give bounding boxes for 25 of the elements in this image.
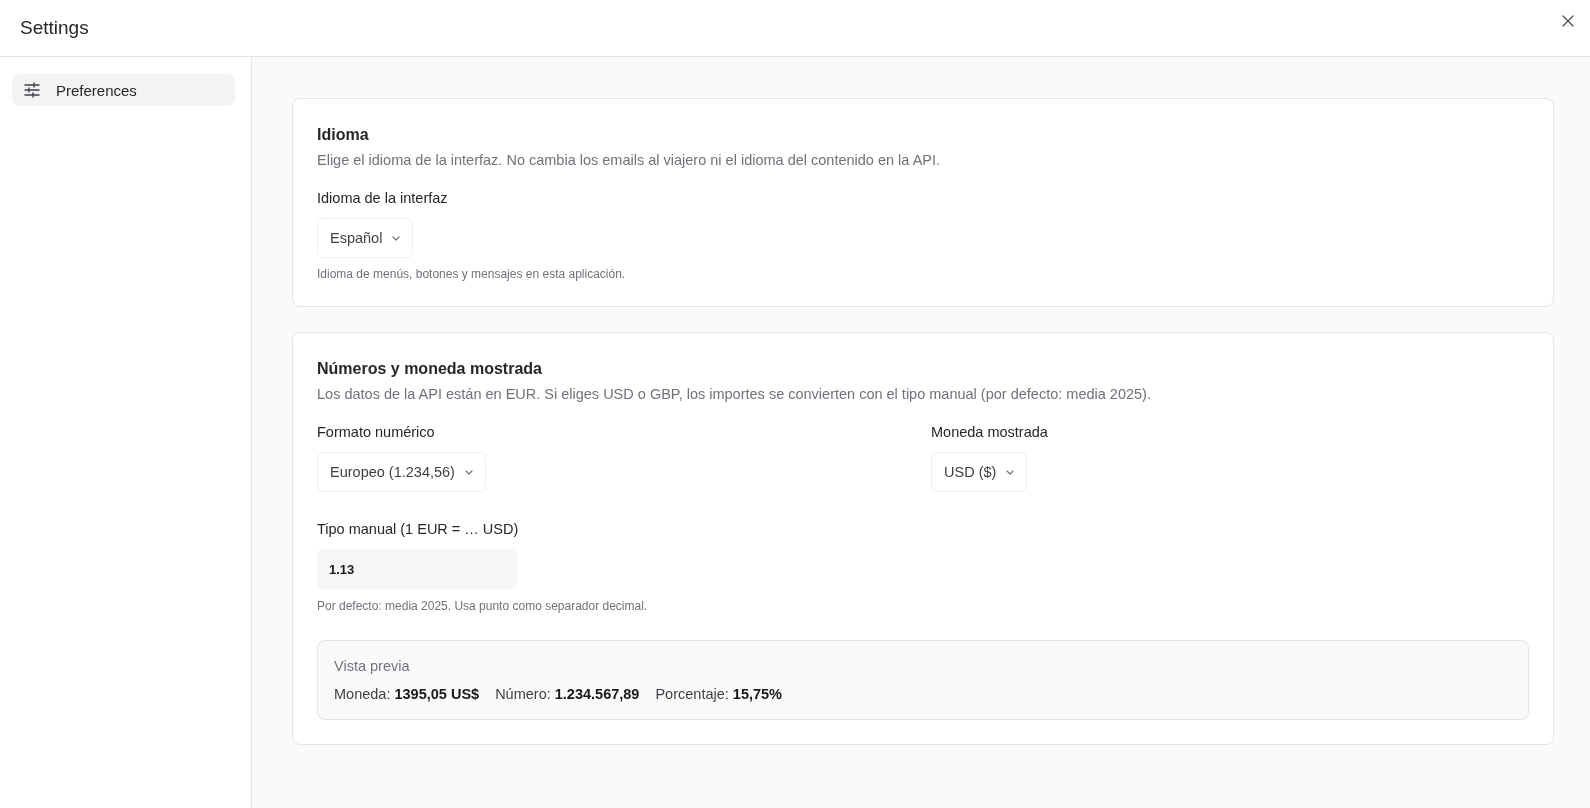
field-label: Moneda mostrada [931, 423, 1048, 442]
sidebar-item[interactable]: Preferences [12, 74, 235, 106]
dropdown[interactable]: Español [317, 218, 414, 258]
chevron-icon [1006, 469, 1015, 475]
preview-item: Moneda: 1395,05 US$ [334, 685, 480, 704]
sliders-icon [24, 82, 40, 98]
window-title: Settings [20, 17, 89, 39]
field-label: Idioma de la interfaz [317, 189, 448, 208]
section-title: Idioma [317, 125, 370, 145]
preview-item: Número: 1.234.567,89 [495, 685, 640, 704]
section-description: Elige el idioma de la interfaz. No cambia los emails al viajero ni el idioma del contenido en la API. [317, 151, 942, 170]
field-label: Formato numérico [317, 423, 435, 442]
section-description: Los datos de la API están en EUR. Si eliges USD o GBP, los importes se convierten con el tipo manual (por defecto: media 2025). [317, 385, 1152, 404]
dropdown[interactable]: USD ($) [931, 452, 1028, 492]
dropdown[interactable]: Europeo (1.234,56) [317, 452, 486, 492]
preview-item: Porcentaje: 15,75% [655, 685, 782, 704]
field-label: Tipo manual (1 EUR = … USD) [317, 520, 519, 539]
help-text: Por defecto: media 2025. Usa punto como separador decimal. [317, 598, 648, 614]
close-icon [1562, 15, 1574, 27]
chevron-icon [392, 235, 401, 241]
preview-title: Vista previa [334, 657, 411, 676]
chevron-icon [464, 469, 473, 475]
rate-input[interactable]: 1.13 [317, 549, 517, 589]
section-title: Números y moneda mostrada [317, 359, 543, 379]
help-text: Idioma de menús, botones y mensajes en esta aplicación. [317, 266, 626, 282]
